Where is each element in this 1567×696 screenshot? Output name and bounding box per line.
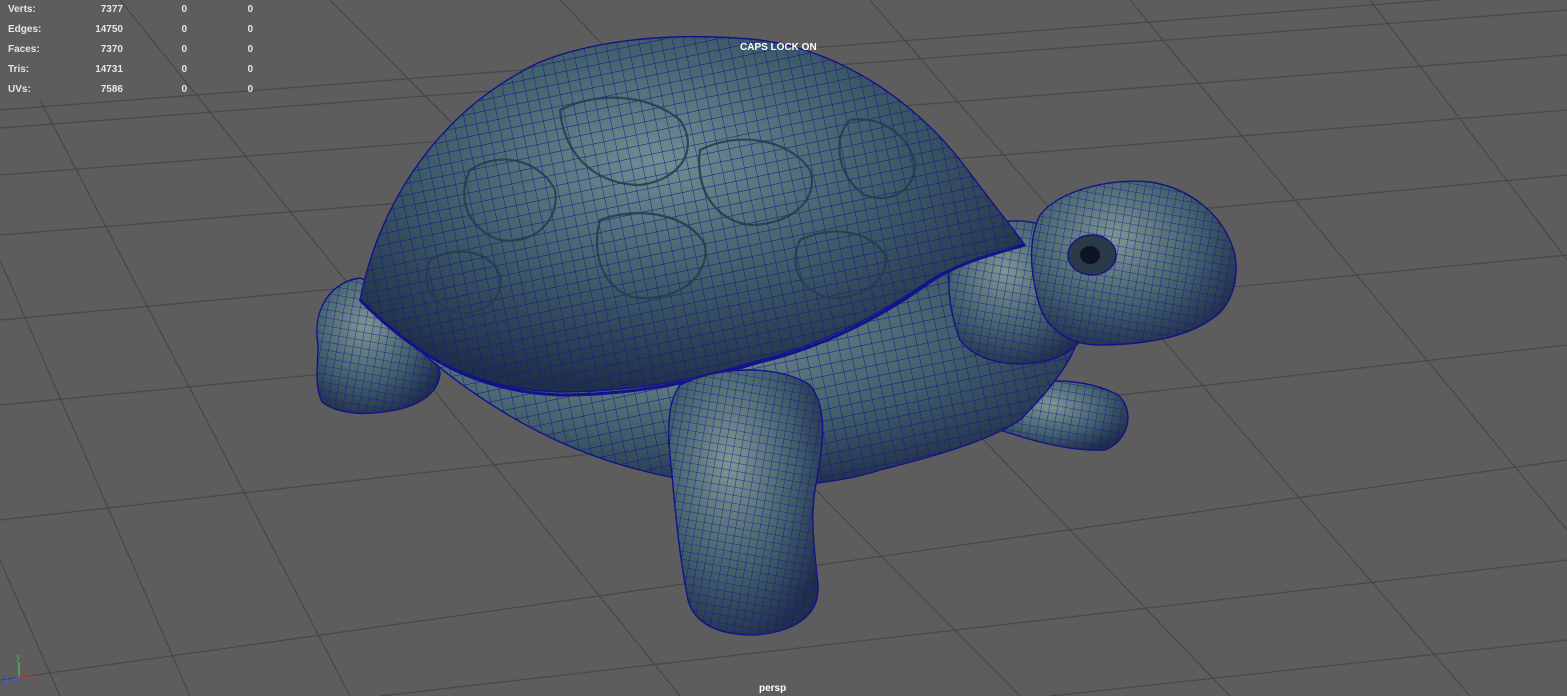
axis-gizmo-icon: y x z (4, 652, 35, 685)
hud-selected-value: 0 (181, 64, 187, 75)
hud-selected-value: 0 (181, 44, 187, 55)
hud-label: Verts: (8, 4, 36, 15)
hud-row-verts: Verts: 7377 0 0 (0, 0, 270, 20)
hud-component-value: 0 (247, 44, 253, 55)
hud-row-tris: Tris: 14731 0 0 (0, 60, 270, 80)
hud-row-edges: Edges: 14750 0 0 (0, 20, 270, 40)
turtle-model[interactable] (316, 35, 1237, 636)
axis-z-label: z (4, 675, 9, 685)
hud-row-uvs: UVs: 7586 0 0 (0, 80, 270, 100)
axis-z-line (10, 676, 20, 682)
axis-y-label: y (16, 652, 21, 662)
hud-total-value: 7377 (100, 4, 123, 15)
hud-selected-value: 0 (181, 84, 187, 95)
camera-name-label: persp (759, 683, 787, 694)
hud-selected-value: 0 (181, 4, 187, 15)
axis-x-label: x (30, 672, 35, 682)
hud-total-value: 7370 (100, 44, 123, 55)
caps-lock-indicator: CAPS LOCK ON (740, 42, 817, 53)
poly-count-hud: Verts: 7377 0 0 Edges: 14750 0 0 Faces: … (0, 0, 270, 100)
hud-label: Faces: (8, 44, 40, 55)
hud-total-value: 14750 (95, 24, 123, 35)
3d-viewport[interactable] (0, 0, 1567, 696)
hud-label: UVs: (8, 84, 31, 95)
hud-component-value: 0 (247, 84, 253, 95)
hud-component-value: 0 (247, 4, 253, 15)
hud-label: Edges: (8, 24, 42, 35)
hud-component-value: 0 (247, 24, 253, 35)
hud-label: Tris: (8, 64, 30, 75)
hud-selected-value: 0 (181, 24, 187, 35)
hud-component-value: 0 (247, 64, 253, 75)
hud-row-faces: Faces: 7370 0 0 (0, 40, 270, 60)
hud-total-value: 14731 (95, 64, 123, 75)
hud-total-value: 7586 (100, 84, 123, 95)
